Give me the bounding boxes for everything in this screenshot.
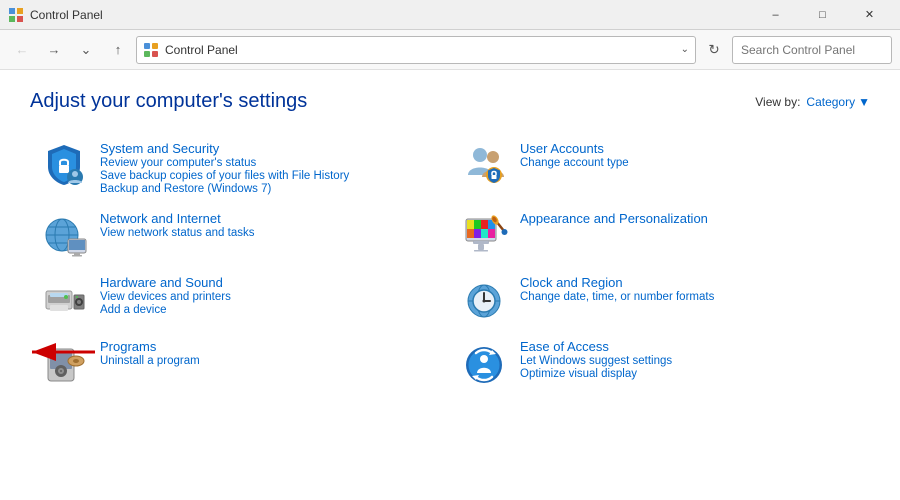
category-clock: Clock and Region Change date, time, or n…	[450, 267, 870, 331]
address-chevron-icon: ⌄	[681, 44, 689, 55]
folder-icon	[143, 42, 159, 58]
view-by-value: Category	[806, 95, 855, 109]
programs-link-1[interactable]: Uninstall a program	[100, 355, 200, 367]
refresh-button[interactable]: ↻	[700, 36, 728, 64]
ease-of-access-title[interactable]: Ease of Access	[520, 339, 609, 354]
minimize-button[interactable]: –	[753, 0, 798, 30]
system-security-icon	[40, 141, 88, 189]
system-security-link-3[interactable]: Backup and Restore (Windows 7)	[100, 183, 349, 195]
clock-content: Clock and Region Change date, time, or n…	[520, 275, 714, 303]
view-by: View by: Category ▼	[755, 95, 870, 109]
close-button[interactable]: ✕	[847, 0, 892, 30]
hardware-link-1[interactable]: View devices and printers	[100, 291, 231, 303]
user-accounts-title[interactable]: User Accounts	[520, 141, 604, 156]
view-by-select[interactable]: Category ▼	[806, 95, 870, 109]
category-ease-of-access: Ease of Access Let Windows suggest setti…	[450, 331, 870, 395]
user-accounts-icon	[460, 141, 508, 189]
red-arrow	[20, 337, 100, 367]
user-accounts-content: User Accounts Change account type	[520, 141, 629, 169]
system-security-link-2[interactable]: Save backup copies of your files with Fi…	[100, 170, 349, 182]
view-by-chevron-icon: ▼	[858, 95, 870, 109]
network-content: Network and Internet View network status…	[100, 211, 254, 239]
maximize-button[interactable]: □	[800, 0, 845, 30]
clock-title[interactable]: Clock and Region	[520, 275, 623, 290]
recent-button[interactable]: ⌄	[72, 36, 100, 64]
search-input[interactable]	[732, 36, 892, 64]
up-button[interactable]: ↑	[104, 36, 132, 64]
category-system-security: System and Security Review your computer…	[30, 133, 450, 203]
address-bar: ← → ⌄ ↑ Control Panel ⌄ ↻	[0, 30, 900, 70]
category-hardware: Hardware and Sound View devices and prin…	[30, 267, 450, 331]
main-content: Adjust your computer's settings View by:…	[0, 70, 900, 415]
page-title: Adjust your computer's settings	[30, 90, 307, 113]
clock-link-1[interactable]: Change date, time, or number formats	[520, 291, 714, 303]
hardware-link-2[interactable]: Add a device	[100, 304, 231, 316]
clock-icon	[460, 275, 508, 323]
category-user-accounts: User Accounts Change account type	[450, 133, 870, 203]
address-input[interactable]: Control Panel ⌄	[136, 36, 696, 64]
system-security-title[interactable]: System and Security	[100, 141, 219, 156]
system-security-link-1[interactable]: Review your computer's status	[100, 157, 349, 169]
categories-grid: System and Security Review your computer…	[30, 133, 870, 395]
back-button[interactable]: ←	[8, 36, 36, 64]
ease-of-access-link-1[interactable]: Let Windows suggest settings	[520, 355, 672, 367]
category-appearance: Appearance and Personalization	[450, 203, 870, 267]
ease-of-access-link-2[interactable]: Optimize visual display	[520, 368, 672, 380]
programs-content: Programs Uninstall a program	[100, 339, 200, 367]
hardware-content: Hardware and Sound View devices and prin…	[100, 275, 231, 316]
appearance-content: Appearance and Personalization	[520, 211, 708, 226]
ease-of-access-icon	[460, 339, 508, 387]
category-network: Network and Internet View network status…	[30, 203, 450, 267]
network-title[interactable]: Network and Internet	[100, 211, 221, 226]
page-header: Adjust your computer's settings View by:…	[30, 90, 870, 113]
hardware-title[interactable]: Hardware and Sound	[100, 275, 223, 290]
ease-of-access-content: Ease of Access Let Windows suggest setti…	[520, 339, 672, 380]
view-by-label: View by:	[755, 95, 800, 109]
hardware-icon	[40, 275, 88, 323]
title-bar-text: Control Panel	[30, 8, 753, 22]
appearance-icon	[460, 211, 508, 259]
system-security-content: System and Security Review your computer…	[100, 141, 349, 195]
forward-button[interactable]: →	[40, 36, 68, 64]
programs-title[interactable]: Programs	[100, 339, 156, 354]
appearance-title[interactable]: Appearance and Personalization	[520, 211, 708, 226]
user-accounts-link-1[interactable]: Change account type	[520, 157, 629, 169]
address-label: Control Panel	[165, 43, 675, 57]
title-bar: Control Panel – □ ✕	[0, 0, 900, 30]
control-panel-icon	[8, 7, 24, 23]
window-controls: – □ ✕	[753, 0, 892, 30]
category-programs: Programs Uninstall a program	[30, 331, 450, 395]
network-icon	[40, 211, 88, 259]
network-link-1[interactable]: View network status and tasks	[100, 227, 254, 239]
